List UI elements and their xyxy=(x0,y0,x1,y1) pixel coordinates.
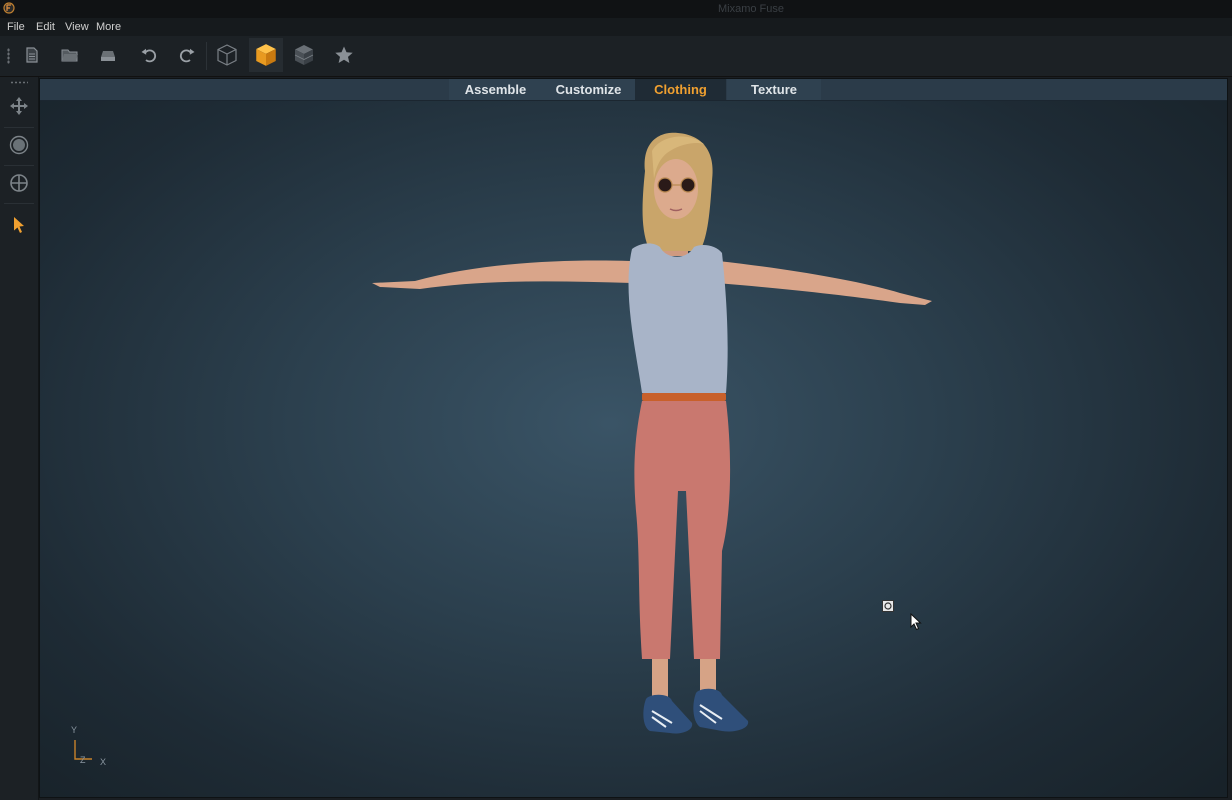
move-tool-button[interactable] xyxy=(5,92,33,120)
menu-bar: File Edit View More xyxy=(0,18,1232,36)
mode-tab-bar: Assemble Customize Clothing Texture xyxy=(40,79,1227,101)
app-logo-icon xyxy=(3,2,15,14)
shaded-view-button[interactable] xyxy=(287,38,321,72)
save-button[interactable] xyxy=(91,38,125,72)
toolbar-separator xyxy=(206,42,207,70)
menu-view[interactable]: View xyxy=(65,21,89,33)
menu-more[interactable]: More xyxy=(96,21,121,33)
mouse-cursor-icon xyxy=(910,613,922,631)
wireframe-cube-icon xyxy=(217,44,237,66)
sidebar-separator xyxy=(4,203,34,204)
tab-texture[interactable]: Texture xyxy=(727,79,821,100)
menu-edit[interactable]: Edit xyxy=(36,21,55,33)
left-shoe xyxy=(643,694,693,734)
window-title: Mixamo Fuse xyxy=(718,3,785,15)
rotate-icon xyxy=(9,135,29,155)
title-bar: Mixamo Fuse xyxy=(0,0,1232,18)
tank-top xyxy=(628,243,728,397)
new-file-button[interactable] xyxy=(15,38,49,72)
rotate-tool-button[interactable] xyxy=(5,131,33,159)
open-button[interactable] xyxy=(53,38,87,72)
menu-file[interactable]: File xyxy=(7,21,25,33)
shaded-cube-icon xyxy=(294,45,314,65)
move-icon xyxy=(10,97,28,115)
3d-viewport[interactable]: Assemble Customize Clothing Texture Y Z … xyxy=(39,78,1228,798)
axis-y-label: Y xyxy=(71,725,78,735)
favorite-star-icon xyxy=(335,46,353,63)
solid-view-button[interactable] xyxy=(249,38,283,72)
open-folder-icon xyxy=(61,49,78,62)
left-ankle xyxy=(652,659,668,699)
tab-customize[interactable]: Customize xyxy=(542,79,635,100)
axis-z-label: Z xyxy=(80,755,86,765)
pants xyxy=(634,401,731,659)
select-tool-button[interactable] xyxy=(5,211,33,239)
zoom-tool-button[interactable] xyxy=(5,169,33,197)
tab-clothing[interactable]: Clothing xyxy=(635,79,726,100)
wireframe-view-button[interactable] xyxy=(210,38,244,72)
axis-x-label: X xyxy=(100,757,107,767)
left-tool-sidebar xyxy=(0,77,39,800)
favorite-button[interactable] xyxy=(327,38,361,72)
solid-cube-icon xyxy=(256,44,276,66)
belt xyxy=(642,393,726,401)
sidebar-separator xyxy=(4,165,34,166)
right-arm xyxy=(716,261,932,305)
screen-record-icon xyxy=(882,600,894,612)
axis-gizmo: Y Z X xyxy=(68,725,118,769)
main-toolbar xyxy=(0,36,1232,77)
tab-assemble[interactable]: Assemble xyxy=(449,79,542,100)
character-model[interactable] xyxy=(360,131,950,771)
save-icon xyxy=(101,51,115,61)
undo-icon xyxy=(141,48,157,63)
right-shoe xyxy=(693,688,749,732)
redo-icon xyxy=(179,48,195,63)
select-pointer-icon xyxy=(14,217,24,233)
left-arm xyxy=(372,260,632,289)
sidebar-grip-icon[interactable] xyxy=(10,81,28,84)
redo-button[interactable] xyxy=(170,38,204,72)
undo-button[interactable] xyxy=(132,38,166,72)
zoom-icon xyxy=(10,174,28,192)
toolbar-grip-icon[interactable] xyxy=(7,48,10,64)
new-file-icon xyxy=(26,47,38,63)
sidebar-separator xyxy=(4,127,34,128)
